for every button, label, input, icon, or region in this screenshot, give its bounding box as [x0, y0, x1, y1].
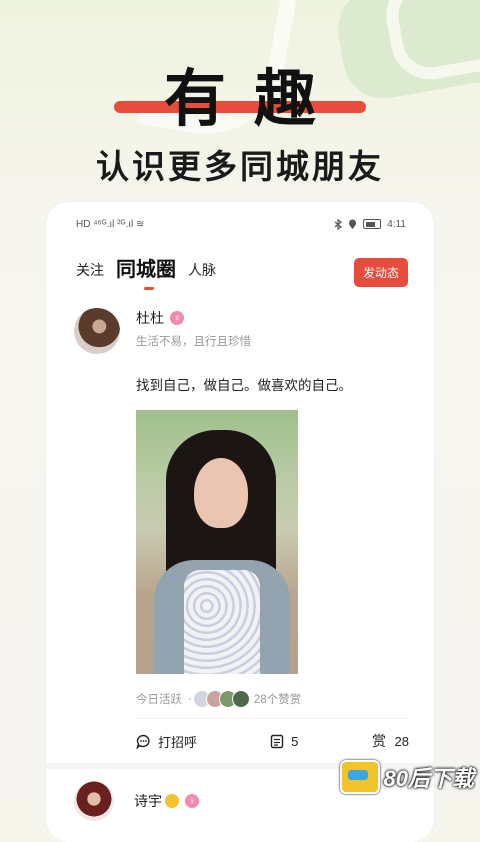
watermark-logo-icon	[339, 760, 380, 794]
photo-face	[194, 458, 248, 528]
comment-button[interactable]: 5	[270, 734, 298, 749]
hero-subtitle: 认识更多同城朋友	[96, 148, 384, 185]
feed-post: 杜杜 ♀ 生活不易，且行且珍惜 找到自己，做自己。做喜欢的自己。 今日活跃 · …	[46, 308, 434, 769]
status-bar: HD ⁴⁶ᴳ.ıl ²ᴳ.ıl ≋ 4:11	[46, 202, 434, 246]
activity-row: 今日活跃 · 28个赞赏	[136, 690, 406, 719]
comment-count: 5	[291, 733, 299, 749]
tab-follow[interactable]: 关注	[76, 260, 104, 290]
tab-same-city[interactable]: 同城圈	[116, 253, 176, 290]
activity-status: 今日活跃	[136, 694, 182, 706]
avatar[interactable]	[74, 308, 120, 354]
hero-title: 有趣	[163, 65, 344, 134]
post-moment-button[interactable]: 发动态	[353, 258, 408, 287]
chat-bubble-icon	[136, 734, 150, 749]
name-row: 诗宇 ♀	[134, 791, 199, 811]
user-signature: 生活不易，且行且珍惜	[136, 336, 251, 348]
location-icon	[349, 219, 357, 229]
greet-label: 打招呼	[158, 734, 198, 750]
status-signal-text: HD ⁴⁶ᴳ.ıl ²ᴳ.ıl ≋	[76, 218, 145, 230]
battery-icon	[363, 219, 382, 229]
female-icon: ♀	[170, 311, 184, 325]
active-tab-indicator	[144, 287, 154, 290]
watermark-text: 80后下载	[383, 766, 474, 791]
tab-same-city-label: 同城圈	[116, 259, 176, 281]
phone-screen: HD ⁴⁶ᴳ.ıl ²ᴳ.ıl ≋ 4:11 关注 同城圈 人脉 发动态 杜杜 …	[46, 202, 434, 842]
reward-icon: 赏	[372, 734, 386, 749]
tab-connections[interactable]: 人脉	[188, 260, 216, 290]
user-name[interactable]: 诗宇	[134, 791, 162, 811]
watermark: 80后下载	[339, 760, 474, 794]
svg-text:赏: 赏	[372, 734, 386, 749]
separator-dot: ·	[188, 693, 192, 705]
female-icon: ♀	[185, 794, 199, 808]
post-photo[interactable]	[136, 410, 298, 674]
post-actions: 打招呼 5 赏 28	[136, 719, 409, 763]
medal-icon	[165, 794, 179, 808]
bluetooth-icon	[334, 218, 343, 230]
comment-icon	[270, 734, 284, 748]
tab-bar: 关注 同城圈 人脉 发动态	[46, 246, 434, 290]
avatar[interactable]	[74, 781, 114, 821]
reward-button[interactable]: 赏 28	[372, 733, 409, 750]
post-header: 杜杜 ♀ 生活不易，且行且珍惜	[74, 308, 406, 354]
post-meta: 杜杜 ♀ 生活不易，且行且珍惜	[136, 308, 251, 354]
likes-count[interactable]: 28个赞赏	[254, 691, 301, 707]
greet-button[interactable]: 打招呼	[136, 732, 197, 751]
user-name[interactable]: 杜杜	[136, 308, 164, 328]
status-time: 4:11	[387, 218, 406, 230]
name-row: 杜杜 ♀	[136, 308, 251, 328]
post-text: 找到自己，做自己。做喜欢的自己。	[136, 378, 352, 393]
reward-count: 28	[394, 733, 409, 749]
liker-avatar[interactable]	[231, 690, 250, 708]
photo-dress	[184, 570, 260, 674]
